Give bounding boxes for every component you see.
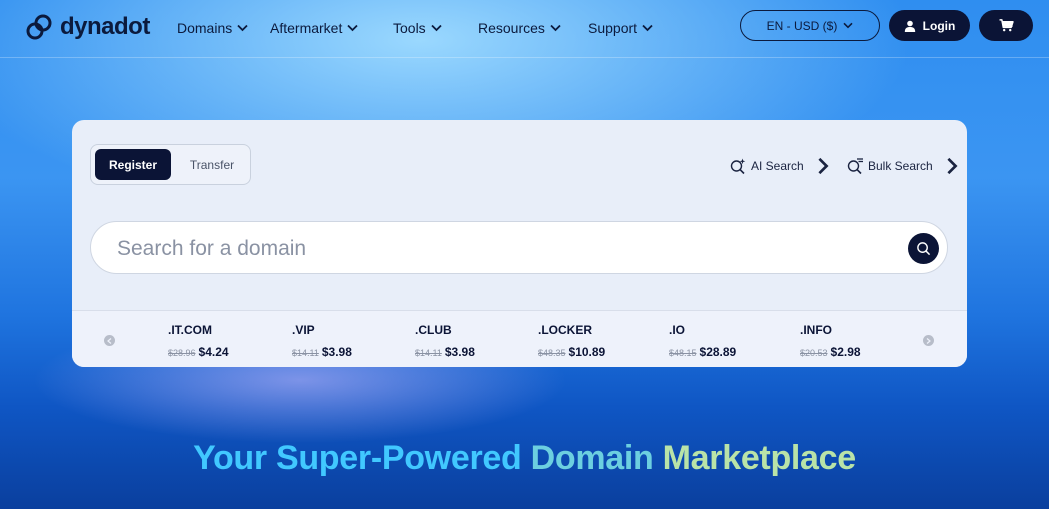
headline-part-2: Domain [530,439,663,477]
cart-icon [999,19,1014,32]
domain-search-bar [90,221,948,274]
tld-old-price: $14.11 [292,348,319,358]
nav-aftermarket-label: Aftermarket [270,20,343,36]
chevron-down-icon [347,24,358,32]
site-header: dynadot Domains Aftermarket Tools Resour… [0,0,1049,58]
logo[interactable]: dynadot [24,12,150,42]
search-button[interactable] [908,233,939,264]
tld-price: $10.89 [568,345,606,359]
chevron-right-icon [947,157,958,175]
register-transfer-toggle: Register Transfer [90,144,251,185]
tab-transfer[interactable]: Transfer [179,149,245,180]
chevron-down-icon [431,24,442,32]
ai-search-icon [730,158,746,175]
cart-button[interactable] [979,10,1033,41]
headline-part-1: Your Super-Powered [193,439,531,477]
nav-support[interactable]: Support [588,20,653,36]
user-icon [904,20,915,32]
tld-name: .VIP [292,323,315,337]
nav-tools[interactable]: Tools [393,20,442,36]
ai-search-label: AI Search [751,159,804,173]
tld-price: $3.98 [321,345,352,359]
nav-resources-label: Resources [478,20,545,36]
language-currency-label: EN - USD ($) [766,18,838,33]
tld-name: .CLUB [415,323,452,337]
tld-name: .IT.COM [168,323,212,337]
tld-price-carousel: .IT.COM $28.96 $4.24 .VIP $14.11 $3.98 .CL… [72,310,967,367]
nav-domains-label: Domains [177,20,233,36]
tld-name: .INFO [800,323,832,337]
nav-aftermarket[interactable]: Aftermarket [270,20,358,36]
arrow-left-icon [107,337,112,344]
tld-old-price: $48.35 [538,348,566,358]
login-button[interactable]: Login [889,10,970,41]
chevron-down-icon [237,24,248,32]
dynadot-logo-icon [26,14,52,40]
tld-price: $4.24 [198,345,229,359]
tld-item[interactable]: .INFO $20.53 $2.98 [800,323,861,361]
chevron-down-icon [642,24,653,32]
arrow-right-icon [926,337,931,344]
ai-search-link[interactable]: AI Search [729,157,832,175]
domain-search-input[interactable] [117,234,877,264]
tab-register[interactable]: Register [95,149,171,180]
nav-tools-label: Tools [393,20,426,36]
nav-support-label: Support [588,20,638,36]
headline-part-3: Marketplace [662,439,857,477]
tld-item[interactable]: .LOCKER $48.35 $10.89 [538,323,605,361]
carousel-next-button[interactable] [923,335,934,346]
bulk-search-label: Bulk Search [868,159,933,173]
logo-text: dynadot [60,13,150,40]
tld-item[interactable]: .IO $48.15 $28.89 [669,323,736,361]
tld-old-price: $14.11 [415,348,442,358]
tld-item[interactable]: .IT.COM $28.96 $4.24 [168,323,229,361]
tld-item[interactable]: .VIP $14.11 $3.98 [292,323,352,361]
tld-old-price: $20.53 [800,348,828,358]
carousel-prev-button[interactable] [104,335,115,346]
tld-name: .IO [669,323,686,337]
chevron-down-icon [550,24,561,32]
tld-old-price: $48.15 [669,348,697,358]
domain-search-card: Register Transfer AI Search Bulk Search [72,120,967,367]
language-currency-button[interactable]: EN - USD ($) [740,10,880,41]
bulk-search-link[interactable]: Bulk Search [846,157,961,175]
nav-domains[interactable]: Domains [177,20,248,36]
chevron-down-icon [843,22,853,29]
tld-price: $2.98 [830,345,861,359]
tld-old-price: $28.96 [168,348,196,358]
tld-name: .LOCKER [538,323,592,337]
tld-price: $28.89 [699,345,737,359]
tld-price: $3.98 [444,345,475,359]
search-icon [917,242,931,256]
tld-item[interactable]: .CLUB $14.11 $3.98 [415,323,475,361]
chevron-right-icon [818,157,829,175]
bulk-search-icon [847,158,863,175]
nav-resources[interactable]: Resources [478,20,561,36]
login-label: Login [922,18,956,33]
hero-headline: Your Super-Powered Domain Marketplace [0,439,1049,478]
